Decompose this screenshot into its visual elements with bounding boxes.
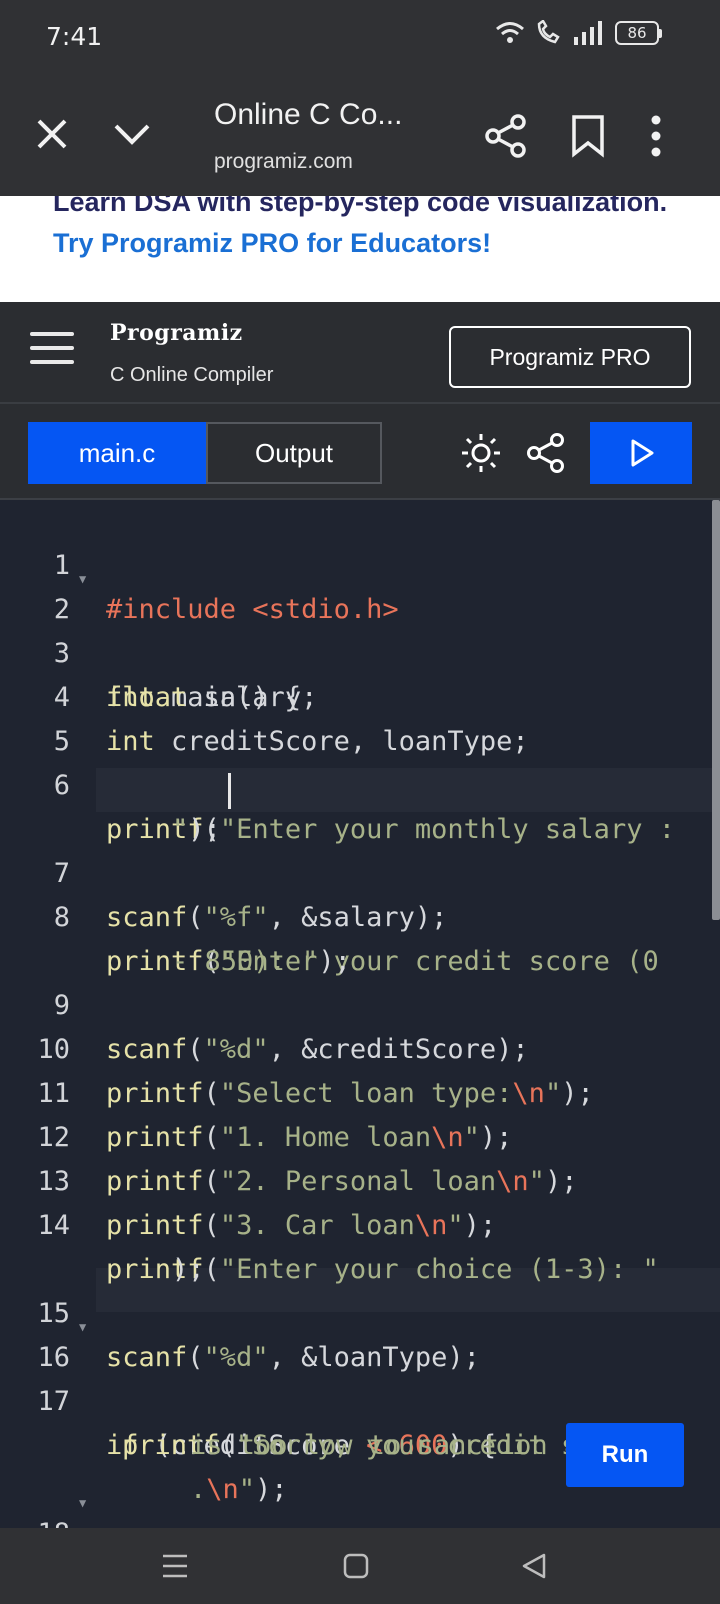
run-button-top[interactable]: [590, 422, 692, 484]
compiler-subtitle: C Online Compiler: [110, 364, 274, 386]
code-line-wrap[interactable]: - 850): ");: [0, 896, 720, 977]
promo-banner: Learn DSA with step-by-step code visuali…: [0, 196, 720, 302]
banner-message: Learn DSA with step-by-step code visuali…: [53, 196, 668, 217]
page-title[interactable]: Online C Co...: [214, 98, 402, 132]
menu-icon[interactable]: [30, 332, 74, 368]
banner-text: Learn DSA with step-by-step code visuali…: [53, 196, 693, 264]
run-button[interactable]: Run: [566, 1423, 684, 1487]
code-line[interactable]: 10 printf("Select loan type:\n");: [0, 984, 720, 1109]
code-line[interactable]: 4 int creditScore, loanType;: [0, 632, 720, 757]
code-line[interactable]: 7 scanf("%f", &salary);: [0, 808, 720, 933]
system-nav-bar: [0, 1528, 720, 1604]
status-bar: 7:41 86: [0, 0, 720, 76]
code-line[interactable]: 9 scanf("%d", &creditScore);: [0, 940, 720, 1065]
code-line[interactable]: 1 #include <stdio.h>: [0, 500, 720, 625]
home-icon[interactable]: [342, 1552, 370, 1580]
code-line-wrap[interactable]: );: [0, 1204, 720, 1285]
code-line[interactable]: 13 printf("3. Car loan\n");: [0, 1116, 720, 1241]
banner-link[interactable]: Try Programiz PRO for Educators!: [53, 228, 491, 258]
code-line[interactable]: 14 printf("Enter your choice (1-3): ": [0, 1160, 720, 1285]
code-editor[interactable]: 1 #include <stdio.h> 2 ▼ int main() { 3 …: [0, 500, 720, 1528]
editor-toolbar: main.c Output: [0, 404, 720, 500]
theme-toggle-icon[interactable]: [460, 432, 502, 474]
code-line-wrap[interactable]: is too low to sanction a loan: [0, 1380, 720, 1461]
status-icons: 86: [495, 20, 662, 46]
code-line[interactable]: 5 float maxLoanAmount;: [0, 676, 720, 801]
code-line[interactable]: 2 ▼ int main() {: [0, 544, 720, 713]
battery-level: 86: [615, 21, 659, 45]
share-code-icon[interactable]: [526, 432, 566, 474]
code-line[interactable]: 17 printf("Sorry, your credit score: [0, 1336, 720, 1461]
code-line[interactable]: 15 scanf("%d", &loanType);: [0, 1248, 720, 1373]
page-url[interactable]: programiz.com: [214, 150, 353, 174]
wifi-icon: [496, 22, 524, 43]
editor-scrollbar[interactable]: [712, 500, 720, 920]
logo[interactable]: Programiz: [110, 320, 243, 346]
play-icon: [631, 439, 654, 467]
status-time: 7:41: [46, 22, 103, 51]
code-line-wrap-active[interactable]: ");: [0, 764, 720, 845]
code-line[interactable]: 8 printf("Enter your credit score (0: [0, 852, 720, 977]
more-options-icon[interactable]: [650, 114, 662, 158]
back-icon[interactable]: [520, 1552, 548, 1580]
code-line[interactable]: 6 printf("Enter your monthly salary :: [0, 720, 720, 845]
app-header: Programiz C Online Compiler Programiz PR…: [0, 302, 720, 404]
programiz-pro-button[interactable]: Programiz PRO: [449, 326, 691, 388]
tab-main-c[interactable]: main.c: [28, 422, 206, 484]
code-line[interactable]: 12 printf("2. Personal loan\n");: [0, 1072, 720, 1197]
signal-icon: [574, 21, 602, 45]
code-line[interactable]: 11 printf("1. Home loan\n");: [0, 1028, 720, 1153]
chevron-down-icon[interactable]: [112, 116, 152, 152]
call-icon: [537, 20, 560, 44]
tab-output[interactable]: Output: [206, 422, 382, 484]
fold-arrow-icon[interactable]: ▼: [79, 1481, 86, 1525]
code-line[interactable]: 3 float salary;: [0, 588, 720, 713]
recent-apps-icon[interactable]: [160, 1552, 190, 1580]
close-icon[interactable]: [34, 116, 70, 152]
line-number: 18: [0, 1512, 70, 1528]
share-icon[interactable]: [484, 114, 528, 158]
code-line[interactable]: 16 ▼ if (creditScore < 600) {: [0, 1292, 720, 1461]
battery-icon: 86: [615, 21, 662, 45]
browser-bar: Online C Co... programiz.com: [0, 76, 720, 196]
bookmark-icon[interactable]: [570, 114, 606, 158]
